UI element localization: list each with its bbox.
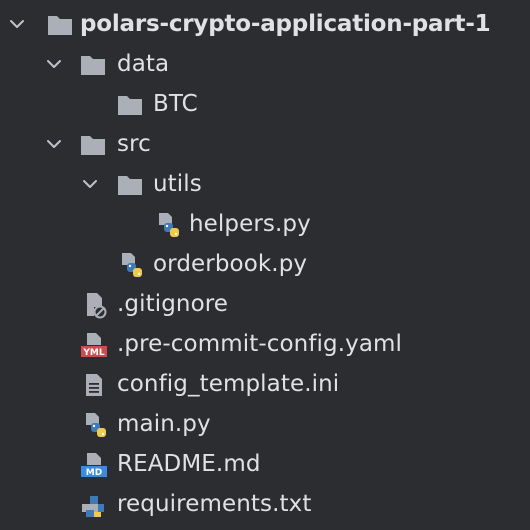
project-tree: polars-crypto-application-part-1 data BT…	[0, 0, 530, 530]
yaml-file-icon	[80, 331, 108, 359]
folder-icon	[46, 11, 74, 39]
chevron-down-icon[interactable]	[44, 134, 64, 154]
folder-icon	[116, 171, 144, 199]
tree-item-label: helpers.py	[189, 211, 311, 237]
python-file-icon	[155, 211, 183, 239]
chevron-down-icon[interactable]	[7, 14, 27, 34]
tree-item-label: .gitignore	[117, 291, 229, 317]
tree-item-label: main.py	[117, 411, 211, 437]
tree-row-src[interactable]: src	[0, 124, 530, 164]
tree-item-label: config_template.ini	[117, 371, 340, 397]
tree-item-label: .pre-commit-config.yaml	[117, 331, 403, 357]
python-file-icon	[82, 411, 110, 439]
tree-item-label: utils	[153, 171, 202, 197]
ignored-file-icon	[81, 291, 109, 319]
tree-item-label: data	[117, 51, 170, 77]
markdown-file-icon	[80, 451, 108, 479]
python-file-icon	[118, 251, 146, 279]
tree-row-requirements[interactable]: requirements.txt	[0, 484, 530, 524]
requirements-file-icon	[79, 491, 107, 519]
tree-item-label: polars-crypto-application-part-1	[80, 11, 491, 37]
tree-row-gitignore[interactable]: .gitignore	[0, 284, 530, 324]
chevron-down-icon[interactable]	[80, 174, 100, 194]
folder-icon	[79, 131, 107, 159]
tree-item-label: requirements.txt	[117, 491, 312, 517]
tree-row-readme[interactable]: README.md	[0, 444, 530, 484]
tree-row-config-template[interactable]: config_template.ini	[0, 364, 530, 404]
folder-icon	[116, 91, 144, 119]
tree-row-orderbook-py[interactable]: orderbook.py	[0, 244, 530, 284]
folder-icon	[79, 51, 107, 79]
tree-item-label: src	[117, 131, 151, 157]
tree-row-utils[interactable]: utils	[0, 164, 530, 204]
tree-item-label: BTC	[153, 91, 198, 117]
text-file-icon	[80, 371, 108, 399]
tree-row-data[interactable]: data	[0, 44, 530, 84]
tree-item-label: orderbook.py	[153, 251, 308, 277]
tree-row-helpers-py[interactable]: helpers.py	[0, 204, 530, 244]
tree-item-label: README.md	[117, 451, 261, 477]
tree-row-btc[interactable]: BTC	[0, 84, 530, 124]
tree-row-main-py[interactable]: main.py	[0, 404, 530, 444]
chevron-down-icon[interactable]	[44, 54, 64, 74]
tree-row-pre-commit-config[interactable]: .pre-commit-config.yaml	[0, 324, 530, 364]
tree-row-project-root[interactable]: polars-crypto-application-part-1	[0, 4, 530, 44]
